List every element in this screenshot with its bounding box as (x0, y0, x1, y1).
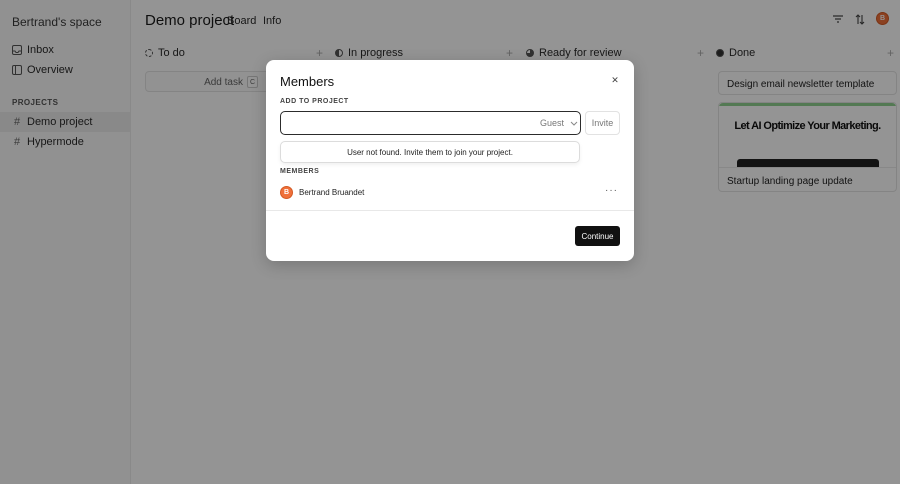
user-not-found-notice[interactable]: User not found. Invite them to join your… (280, 141, 580, 163)
members-modal: Members ✕ ADD TO PROJECT Guest Invite Us… (266, 60, 634, 261)
members-section-label: MEMBERS (280, 168, 320, 175)
member-avatar: B (280, 185, 293, 199)
add-to-project-label: ADD TO PROJECT (280, 98, 349, 105)
member-row: B Bertrand Bruandet ··· (280, 185, 620, 199)
chevron-down-icon (570, 119, 578, 128)
member-name: Bertrand Bruandet (299, 187, 365, 197)
divider (266, 210, 634, 211)
close-icon[interactable]: ✕ (609, 74, 621, 86)
role-select[interactable]: Guest (540, 118, 578, 128)
invite-button[interactable]: Invite (585, 111, 620, 135)
continue-button[interactable]: Continue (575, 226, 620, 246)
role-value: Guest (540, 118, 565, 128)
more-options-icon[interactable]: ··· (605, 185, 618, 196)
email-field[interactable] (280, 111, 581, 135)
modal-title: Members (280, 74, 335, 89)
